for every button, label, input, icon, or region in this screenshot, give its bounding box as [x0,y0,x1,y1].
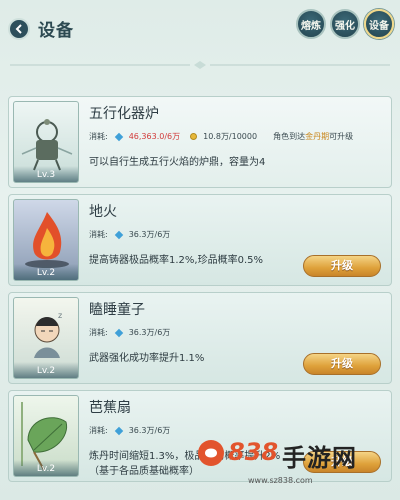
watermark-text: 手游网 [282,444,357,472]
spirit-stone-icon [114,328,123,337]
level-badge: Lv.3 [14,166,78,182]
upgrade-button[interactable]: 升级 [303,255,381,277]
header: 设备 熔炼 强化 设备 [0,0,400,56]
item-name: 五行化器炉 [89,106,159,122]
gem-cost: 36.3万/6万 [128,230,171,239]
cost-label: 消耗: [89,132,108,141]
list-item[interactable]: Lv.2 地火 消耗: 36.3万/6万 提高铸器极品概率1.2%,珍品概率0.… [8,194,392,286]
gem-cost: 36.3万/6万 [128,426,171,435]
tab-enhance[interactable]: 强化 [330,9,360,39]
item-name: 芭蕉扇 [89,400,131,416]
coin-icon [190,133,198,140]
item-description: 提高铸器极品概率1.2%,珍品概率0.5% [89,255,263,266]
fan-thumbnail: Lv.2 [13,395,79,477]
watermark: 838 手游网 www.sz838.com [196,432,400,500]
item-description: 可以自行生成五行火焰的炉鼎，容量为4 [89,157,266,168]
ornament-divider [10,61,390,69]
back-arrow-icon [15,24,22,34]
back-button[interactable] [8,18,30,40]
upgrade-requirement: 角色到达金丹期可升级 [273,132,354,141]
item-name: 地火 [89,204,117,220]
gem-cost: 36.3万/6万 [128,328,171,337]
watermark-logo-icon [198,440,224,466]
cost-label: 消耗: [89,230,108,239]
cost-row: 消耗: 36.3万/6万 [89,425,170,436]
cost-row: 消耗: 36.3万/6万 [89,327,170,338]
earth-fire-thumbnail: Lv.2 [13,199,79,281]
facility-list[interactable]: Lv.3 五行化器炉 消耗: 46,363.0/6万 10.8万/10000 角… [8,96,392,488]
sleepy-boy-thumbnail: z Lv.2 [13,297,79,379]
watermark-url: www.sz838.com [248,476,313,485]
list-item[interactable]: z Lv.2 瞌睡童子 消耗: 36.3万/6万 武器强化成功率提升1.1% 升… [8,292,392,384]
cost-row: 消耗: 36.3万/6万 [89,229,170,240]
spirit-stone-icon [114,132,123,141]
level-badge: Lv.2 [14,264,78,280]
gem-cost: 46,363.0/6万 [128,132,181,141]
level-badge: Lv.2 [14,362,78,378]
cost-label: 消耗: [89,426,108,435]
tab-equipment[interactable]: 设备 [364,9,394,39]
svg-text:z: z [58,311,62,320]
spirit-stone-icon [114,426,123,435]
equipment-screen: 设备 熔炼 强化 设备 Lv.3 五行化器炉 消耗: 46,363.0/6万 1… [0,0,400,500]
watermark-number: 838 [228,438,279,466]
page-title: 设备 [38,21,74,41]
level-badge: Lv.2 [14,460,78,476]
cost-label: 消耗: [89,328,108,337]
upgrade-button[interactable]: 升级 [303,353,381,375]
coin-cost: 10.8万/10000 [203,132,258,141]
furnace-thumbnail: Lv.3 [13,101,79,183]
item-name: 瞌睡童子 [89,302,145,318]
cost-row: 消耗: 46,363.0/6万 10.8万/10000 角色到达金丹期可升级 [89,131,353,142]
tab-bar: 熔炼 强化 设备 [296,9,394,39]
item-description: 武器强化成功率提升1.1% [89,353,205,364]
list-item[interactable]: Lv.3 五行化器炉 消耗: 46,363.0/6万 10.8万/10000 角… [8,96,392,188]
tab-smelt[interactable]: 熔炼 [296,9,326,39]
spirit-stone-icon [114,230,123,239]
